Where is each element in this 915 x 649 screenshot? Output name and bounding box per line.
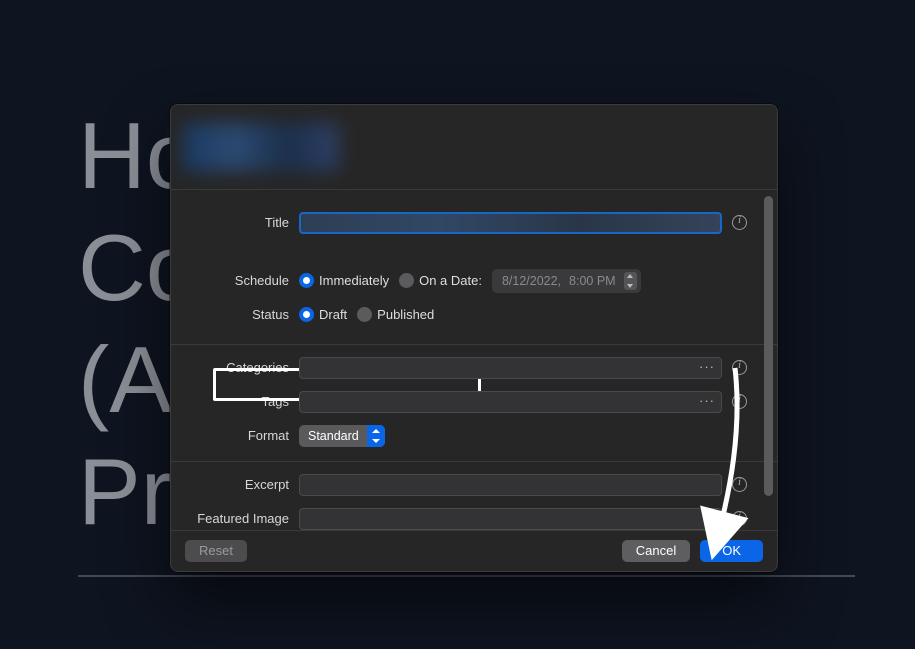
- radio-dot-icon: [299, 307, 314, 322]
- ellipsis-icon[interactable]: ···: [699, 393, 715, 408]
- radio-dot-icon: [299, 273, 314, 288]
- radio-status-draft[interactable]: Draft: [299, 307, 347, 322]
- dialog-header: [171, 105, 777, 190]
- info-icon[interactable]: [732, 394, 747, 409]
- cancel-button[interactable]: Cancel: [622, 540, 690, 562]
- date-value: 8/12/2022,: [502, 274, 561, 288]
- ok-button[interactable]: OK: [700, 540, 763, 562]
- radio-schedule-on-date[interactable]: On a Date:: [399, 273, 482, 288]
- select-value: Standard: [308, 429, 359, 443]
- schedule-date-field[interactable]: 8/12/2022, 8:00 PM: [492, 269, 641, 293]
- featured-image-input[interactable]: [299, 508, 722, 530]
- radio-label: On a Date:: [419, 273, 482, 288]
- radio-schedule-immediately[interactable]: Immediately: [299, 273, 389, 288]
- select-arrows-icon: [367, 425, 385, 447]
- excerpt-label: Excerpt: [171, 477, 299, 492]
- row-title: Title: [171, 206, 777, 240]
- time-value: 8:00 PM: [569, 274, 616, 288]
- info-icon[interactable]: [732, 477, 747, 492]
- radio-dot-icon: [357, 307, 372, 322]
- categories-label: Categories: [171, 360, 299, 375]
- format-label: Format: [171, 428, 299, 443]
- radio-label: Published: [377, 307, 434, 322]
- info-icon[interactable]: [732, 215, 747, 230]
- info-icon[interactable]: [732, 511, 747, 526]
- stepper-icon[interactable]: [624, 272, 637, 290]
- categories-input[interactable]: ···: [299, 357, 722, 379]
- excerpt-input[interactable]: [299, 474, 722, 496]
- dialog-body: Title Schedule Immediately On a Date: 8/…: [171, 190, 777, 530]
- radio-status-published[interactable]: Published: [357, 307, 434, 322]
- ellipsis-icon[interactable]: ···: [699, 359, 715, 374]
- schedule-label: Schedule: [171, 273, 299, 288]
- radio-label: Immediately: [319, 273, 389, 288]
- featured-image-label: Featured Image: [171, 511, 299, 526]
- header-redacted-image: [183, 123, 339, 171]
- title-input[interactable]: [299, 212, 722, 234]
- info-icon[interactable]: [732, 360, 747, 375]
- status-label: Status: [171, 307, 299, 322]
- row-format: Format Standard: [171, 419, 777, 453]
- post-settings-dialog: Title Schedule Immediately On a Date: 8/…: [170, 104, 778, 572]
- tags-label: Tags: [171, 394, 299, 409]
- row-schedule: Schedule Immediately On a Date: 8/12/202…: [171, 264, 777, 298]
- row-tags: Tags ···: [171, 385, 777, 419]
- radio-label: Draft: [319, 307, 347, 322]
- format-select[interactable]: Standard: [299, 425, 385, 447]
- background-divider: [78, 575, 855, 577]
- row-featured-image: Featured Image: [171, 502, 777, 530]
- dialog-footer: Reset Cancel OK: [171, 530, 777, 571]
- scrollbar-thumb[interactable]: [764, 196, 773, 496]
- row-categories: Categories ···: [171, 351, 777, 385]
- row-excerpt: Excerpt: [171, 468, 777, 502]
- title-label: Title: [171, 215, 299, 230]
- radio-dot-icon: [399, 273, 414, 288]
- tags-input[interactable]: ···: [299, 391, 722, 413]
- row-status: Status Draft Published: [171, 298, 777, 332]
- reset-button[interactable]: Reset: [185, 540, 247, 562]
